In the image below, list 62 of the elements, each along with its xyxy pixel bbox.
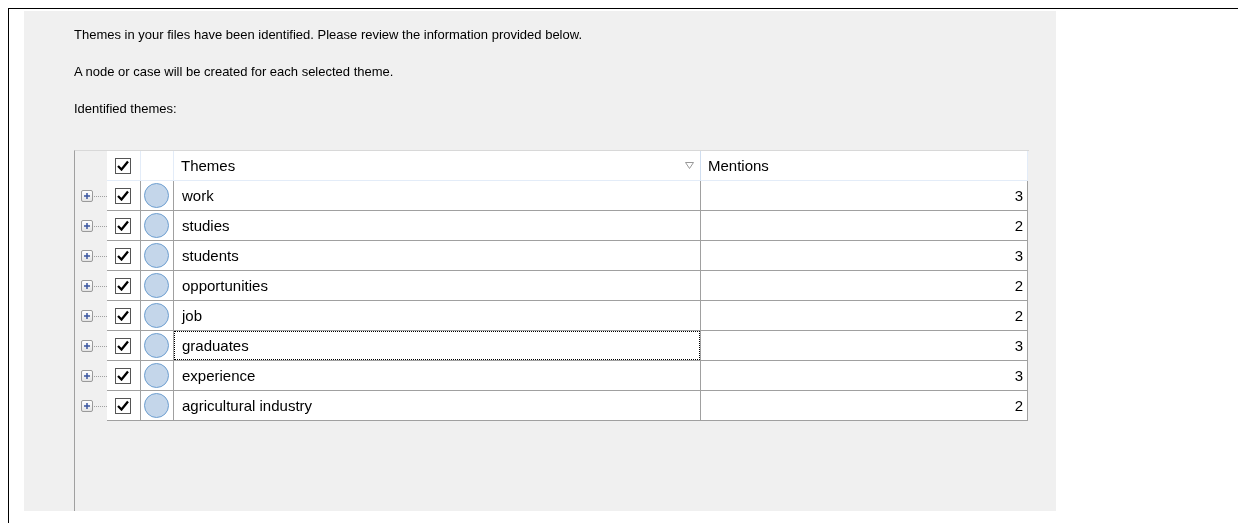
circle-icon [144,243,169,268]
row-checkbox[interactable] [115,187,131,204]
mentions-cell-text: 2 [1013,216,1024,236]
checkmark-icon [117,250,129,261]
instruction-text: A node or case will be created for each selected theme. [74,64,395,80]
circle-icon [144,363,169,388]
expand-button[interactable] [81,310,93,322]
checkmark-icon [117,340,129,351]
instruction-text: Themes in your files have been identified. Please review the information provided below. [74,27,583,43]
theme-cell[interactable]: job [174,301,700,330]
mentions-cell-text: 2 [1013,306,1024,326]
mentions-cell-text: 2 [1013,276,1024,296]
row-checkbox[interactable] [115,397,131,414]
checkmark-icon [117,400,129,411]
plus-icon [83,222,91,230]
row-checkbox[interactable] [115,367,131,384]
mentions-cell-text: 2 [1013,396,1024,416]
expand-button[interactable] [81,250,93,262]
checkmark-icon [117,370,129,381]
plus-icon [83,372,91,380]
theme-cell[interactable]: graduates [174,331,700,360]
plus-icon [83,342,91,350]
theme-cell[interactable]: agricultural industry [174,391,700,420]
theme-cell[interactable]: students [174,241,700,270]
checkmark-icon [117,310,129,321]
theme-cell[interactable]: work [174,181,700,210]
instruction-text: Identified themes: [74,101,178,117]
circle-icon [144,303,169,328]
plus-icon [83,282,91,290]
circle-icon [144,183,169,208]
expand-button[interactable] [81,190,93,202]
row-checkbox[interactable] [115,217,131,234]
checkmark-icon [117,280,129,291]
circle-icon [144,273,169,298]
theme-cell[interactable]: opportunities [174,271,700,300]
mentions-cell-text: 3 [1013,186,1024,206]
row-checkbox[interactable] [115,277,131,294]
circle-icon [144,213,169,238]
mentions-cell-text: 3 [1013,246,1024,266]
checkmark-icon [117,190,129,201]
checkmark-icon [117,160,129,171]
expand-button[interactable] [81,340,93,352]
circle-icon [144,333,169,358]
row-checkbox[interactable] [115,307,131,324]
select-all-checkbox[interactable] [115,157,131,174]
plus-icon [83,252,91,260]
circle-icon [144,393,169,418]
plus-icon [83,402,91,410]
expand-button[interactable] [81,370,93,382]
theme-cell[interactable]: studies [174,211,700,240]
mentions-cell-text: 3 [1013,336,1024,356]
row-checkbox[interactable] [115,247,131,264]
sort-indicator-icon [685,162,694,169]
theme-cell[interactable]: experience [174,361,700,390]
plus-icon [83,192,91,200]
expand-button[interactable] [81,220,93,232]
plus-icon [83,312,91,320]
expand-button[interactable] [81,400,93,412]
checkmark-icon [117,220,129,231]
row-checkbox[interactable] [115,337,131,354]
mentions-cell-text: 3 [1013,366,1024,386]
expand-button[interactable] [81,280,93,292]
